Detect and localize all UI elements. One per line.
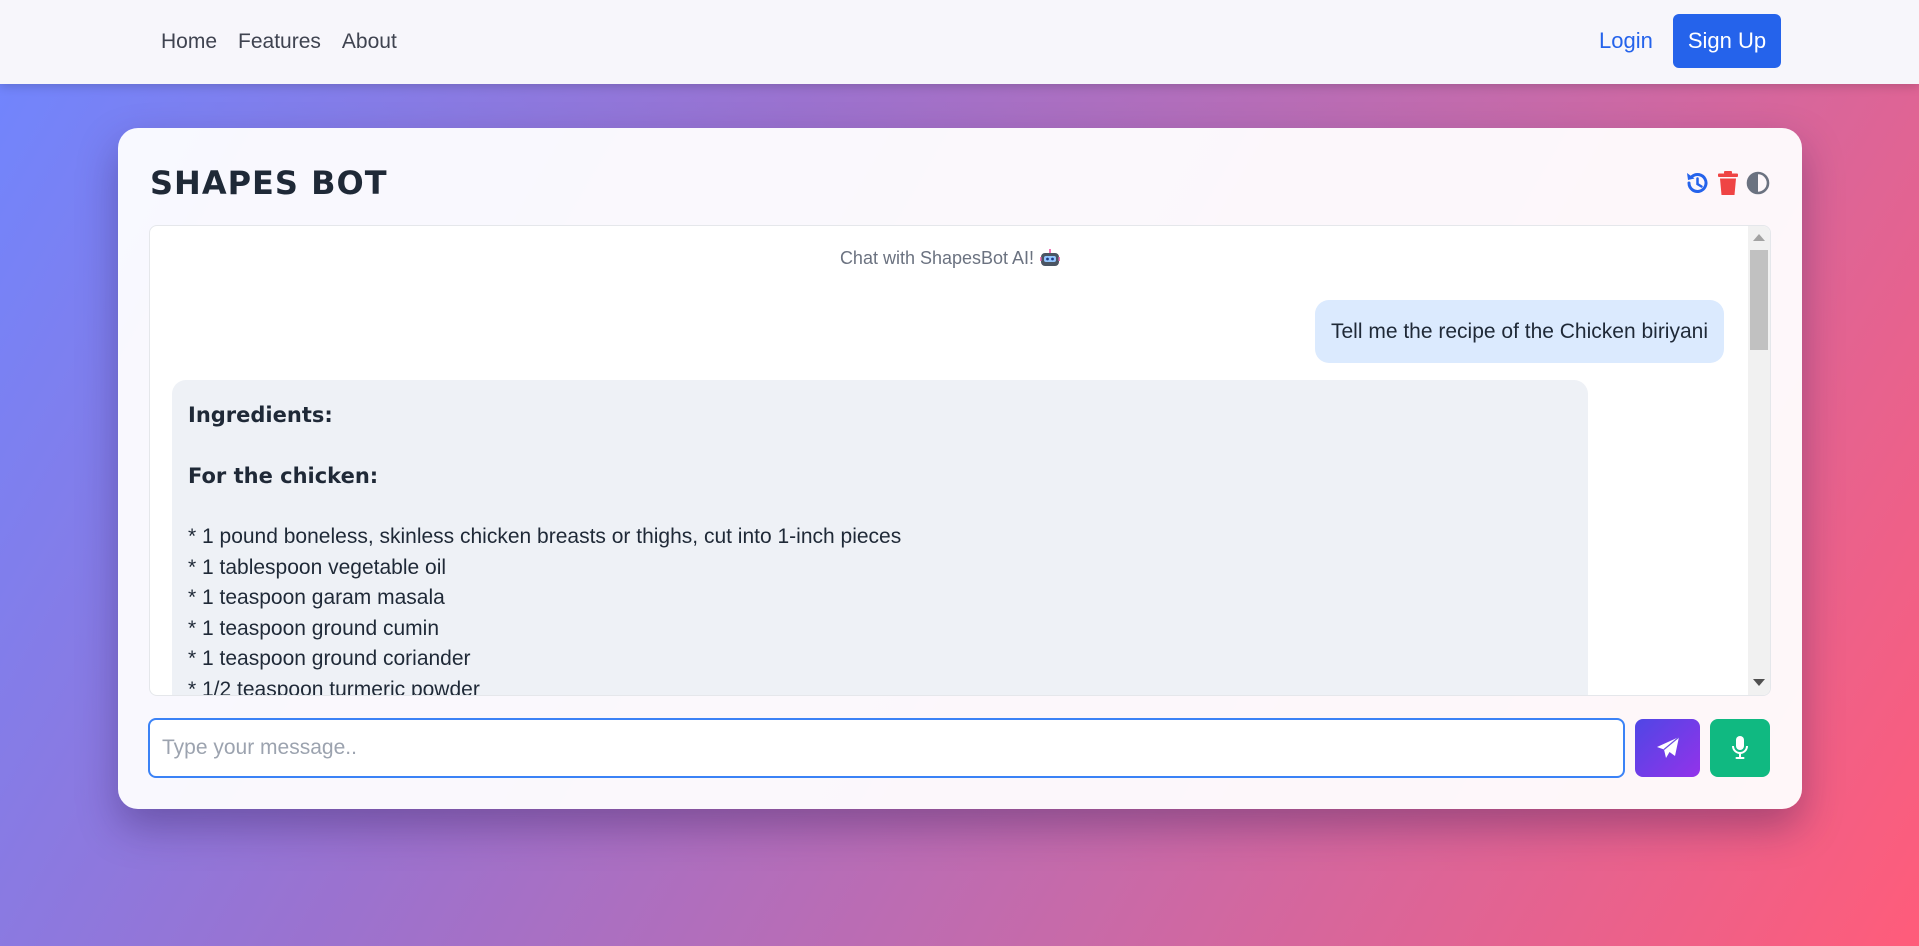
send-button[interactable] [1635, 719, 1700, 777]
page-title: SHAPES BOT [150, 164, 388, 202]
history-icon[interactable] [1684, 169, 1710, 197]
nav-links: Home Features About [161, 0, 397, 84]
ingredient-item: * 1 tablespoon vegetable oil [188, 555, 447, 579]
ingredient-item: * 1 pound boneless, skinless chicken bre… [188, 525, 902, 548]
chat-intro-text: Chat with ShapesBot AI! [839, 248, 1035, 268]
navbar: Home Features About Login Sign Up [0, 0, 1919, 84]
login-link[interactable]: Login [1599, 28, 1653, 54]
bot-message: Ingredients: For the chicken: * 1 pound … [172, 380, 1588, 696]
message-input[interactable] [148, 718, 1625, 778]
chicken-heading: For the chicken: [188, 464, 379, 488]
scroll-down-arrow-icon[interactable] [1753, 679, 1765, 686]
scroll-up-arrow-icon[interactable] [1753, 234, 1765, 241]
nav-link-about[interactable]: About [342, 30, 397, 54]
scrollbar-thumb[interactable] [1750, 250, 1768, 350]
ingredient-item: * 1 teaspoon ground cumin [188, 616, 440, 640]
nav-link-features[interactable]: Features [238, 30, 321, 54]
ingredient-item: * 1 teaspoon garam masala [188, 586, 445, 609]
ingredient-item: * 1 teaspoon ground coriander [188, 647, 471, 670]
robot-icon [1040, 249, 1061, 267]
chat-card: SHAPES BOT Chat with ShapesBot AI! Tell … [118, 128, 1802, 809]
chat-intro: Chat with ShapesBot AI! [150, 248, 1750, 269]
microphone-button[interactable] [1710, 719, 1770, 777]
trash-icon[interactable] [1715, 169, 1741, 197]
microphone-icon [1732, 736, 1748, 759]
paper-plane-icon [1656, 736, 1679, 758]
user-message: Tell me the recipe of the Chicken biriya… [1314, 300, 1724, 363]
chat-messages[interactable]: Chat with ShapesBot AI! Tell me the reci… [149, 225, 1771, 696]
ingredient-item: * 1/2 teaspoon turmeric powder [188, 677, 480, 696]
chat-scrollbar[interactable] [1748, 226, 1770, 695]
nav-link-home[interactable]: Home [161, 30, 217, 54]
contrast-icon[interactable] [1745, 169, 1771, 197]
ingredients-heading: Ingredients: [188, 403, 333, 427]
signup-button[interactable]: Sign Up [1673, 14, 1781, 68]
